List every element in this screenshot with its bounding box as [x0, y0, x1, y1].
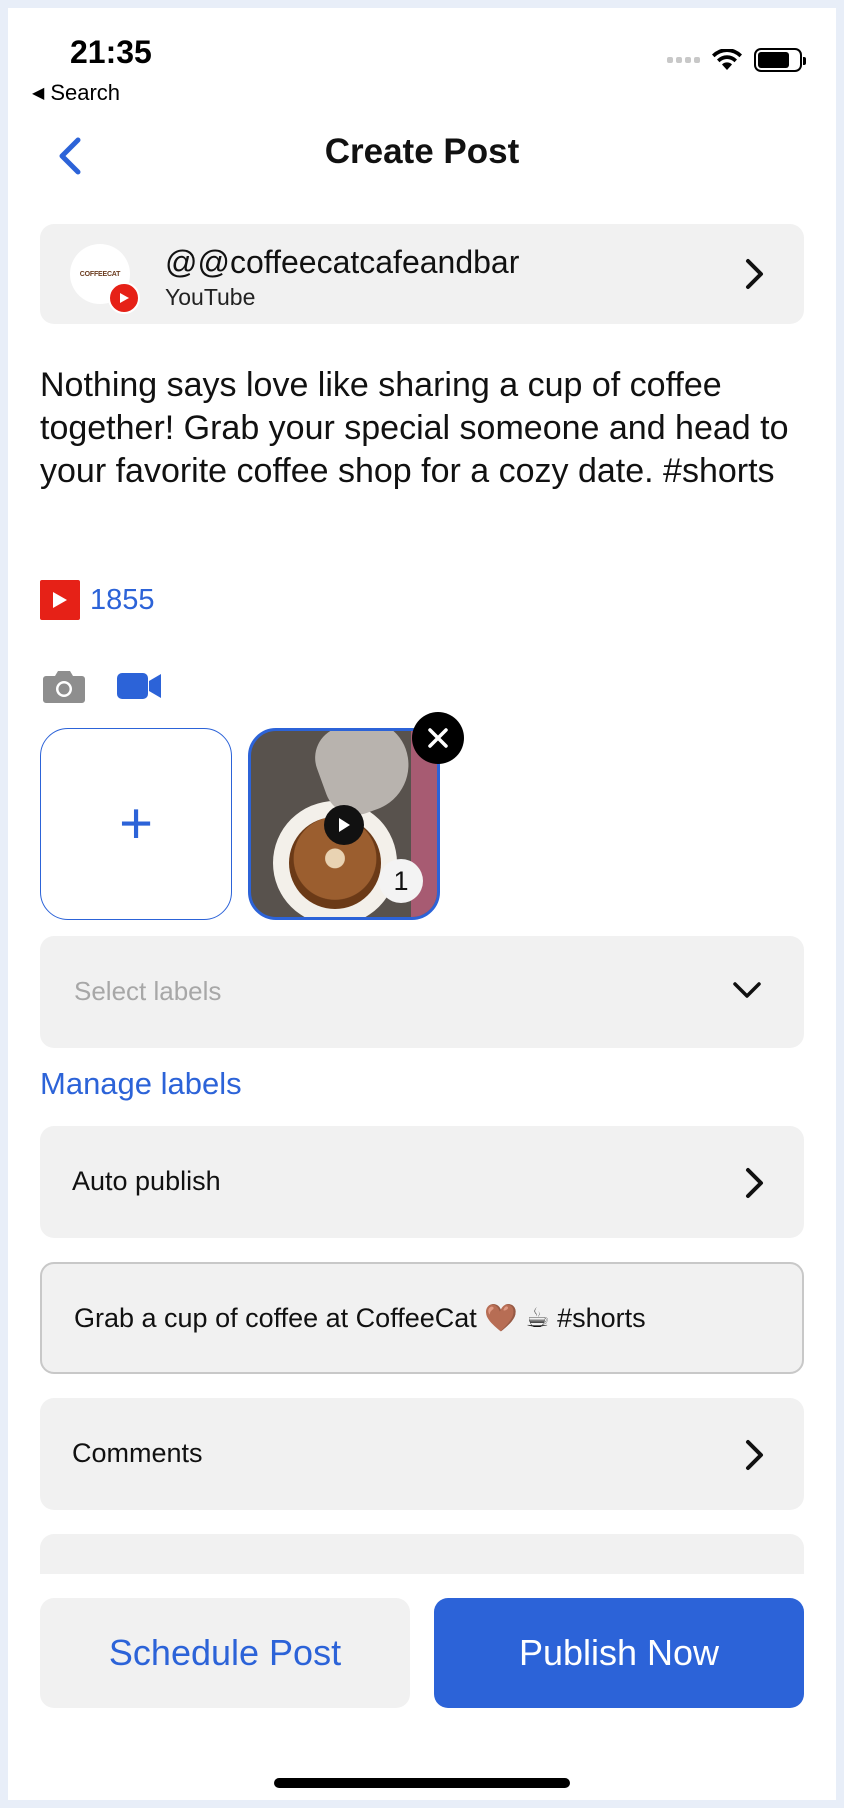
camera-icon[interactable]: [42, 668, 86, 704]
media-order-badge: 1: [379, 859, 423, 903]
labels-select[interactable]: Select labels: [40, 936, 804, 1048]
wifi-icon: [712, 49, 742, 70]
add-media-button[interactable]: +: [40, 728, 232, 920]
account-selector[interactable]: COFFEECAT @@coffeecatcafeandbar YouTube: [40, 224, 804, 324]
labels-placeholder: Select labels: [74, 976, 222, 1006]
account-platform: YouTube: [165, 284, 256, 310]
avatar: COFFEECAT: [70, 244, 140, 314]
video-thumbnail[interactable]: 1: [248, 728, 440, 920]
auto-publish-label: Auto publish: [72, 1166, 221, 1196]
video-icon[interactable]: [116, 671, 162, 701]
character-count-value: 1855: [90, 583, 155, 616]
video-title-input[interactable]: Grab a cup of coffee at CoffeeCat 🤎 ☕ #s…: [40, 1262, 804, 1374]
chevron-right-icon: [746, 259, 763, 289]
next-settings-row[interactable]: [40, 1534, 804, 1574]
media-type-toggles: [42, 668, 162, 704]
status-time: 21:35: [70, 34, 152, 70]
chevron-right-icon: [746, 1168, 763, 1198]
avatar-logo-text: COFFEECAT: [79, 270, 121, 278]
app-screen: 21:35 ◀ Search Create Post COFFEECAT @@c…: [8, 8, 836, 1800]
comments-label: Comments: [72, 1438, 203, 1468]
status-icons: [667, 48, 806, 72]
comments-row[interactable]: Comments: [40, 1398, 804, 1510]
schedule-post-button[interactable]: Schedule Post: [40, 1598, 410, 1708]
remove-media-button[interactable]: [412, 712, 464, 764]
youtube-badge-icon: [108, 282, 140, 314]
signal-icon: [667, 57, 700, 63]
publish-now-button[interactable]: Publish Now: [434, 1598, 804, 1708]
youtube-icon: [40, 580, 80, 620]
character-count: 1855: [40, 580, 155, 620]
battery-icon: [754, 48, 806, 72]
page-title: Create Post: [324, 132, 520, 171]
play-icon[interactable]: [324, 805, 364, 845]
close-icon: [428, 728, 448, 748]
chevron-right-icon: [746, 1440, 763, 1470]
back-to-search-label: Search: [50, 80, 121, 105]
post-text[interactable]: Nothing says love like sharing a cup of …: [40, 364, 810, 493]
auto-publish-row[interactable]: Auto publish: [40, 1126, 804, 1238]
account-name: @@coffeecatcafeandbar: [165, 244, 520, 280]
manage-labels-link[interactable]: Manage labels: [40, 1066, 242, 1102]
back-to-search-link[interactable]: ◀ Search: [32, 80, 120, 106]
home-indicator[interactable]: [274, 1778, 570, 1788]
back-triangle-icon: ◀: [32, 85, 45, 102]
chevron-down-icon: [733, 982, 761, 998]
plus-icon: +: [119, 791, 153, 856]
